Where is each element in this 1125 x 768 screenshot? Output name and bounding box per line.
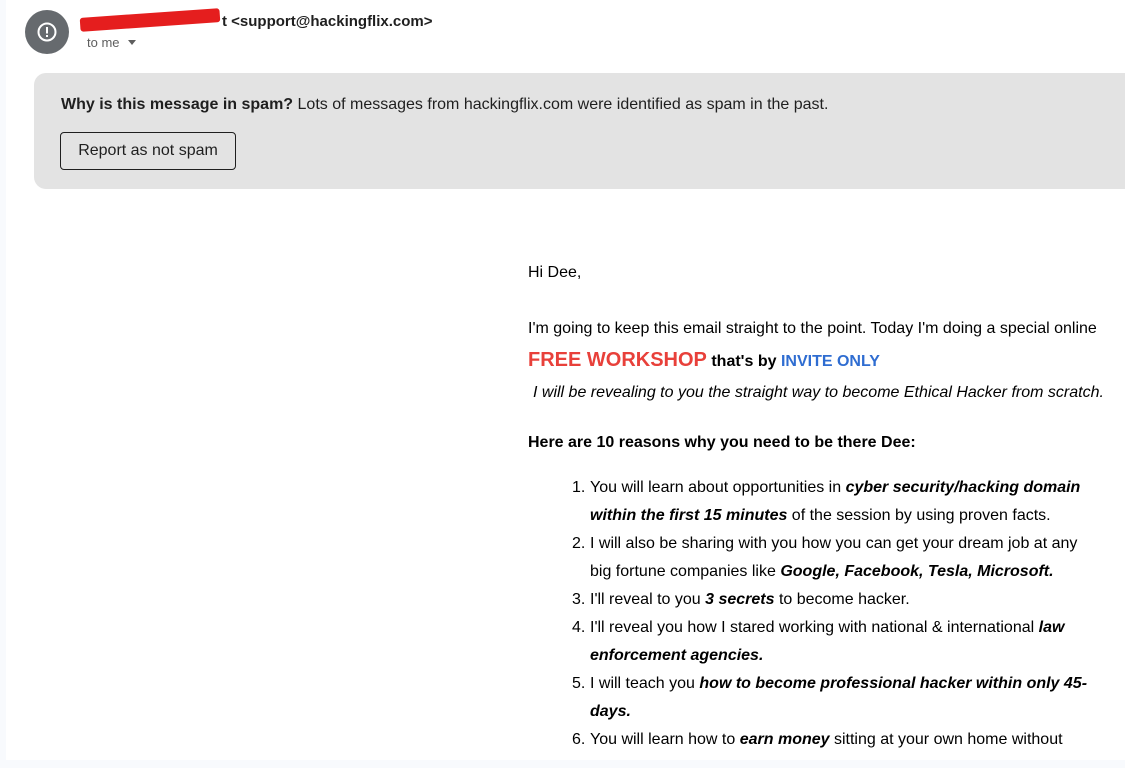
invite-only-text: INVITE ONLY <box>780 353 880 370</box>
bottom-edge <box>0 760 1125 768</box>
sender-line: t <support@hackingflix.com> <box>79 8 433 32</box>
list-item: 1. You will learn about opportunities in … <box>572 479 1081 524</box>
sender-email: <support@hackingflix.com> <box>231 13 433 30</box>
reasons-heading: Here are 10 reasons why you need to be t… <box>528 434 916 451</box>
list-item: 4. I'll reveal you how I stared working w… <box>572 619 1065 664</box>
spam-explanation: Why is this message in spam? Lots of mes… <box>61 95 828 115</box>
spam-question: Why is this message in spam? <box>61 96 294 113</box>
sender-avatar[interactable] <box>25 10 69 54</box>
chevron-down-icon <box>127 40 136 45</box>
recipient-label: to me <box>87 35 120 50</box>
reveal-line: I will be revealing to you the straight … <box>533 384 1104 401</box>
message-view: t <support@hackingflix.com> to me Why is… <box>6 0 1125 760</box>
list-item: 2. I will also be sharing with you how yo… <box>572 535 1078 580</box>
thats-by-text: that's by <box>706 353 781 370</box>
list-item: 3. I'll reveal to you 3 secrets to become… <box>572 591 910 608</box>
report-not-spam-button[interactable]: Report as not spam <box>60 132 236 170</box>
email-intro: I'm going to keep this email straight to… <box>528 320 1097 337</box>
alert-circle-icon <box>37 22 57 42</box>
sender-name-suffix: t <box>222 13 227 30</box>
redacted-sender-name <box>79 8 221 32</box>
spam-warning-banner: Why is this message in spam? Lots of mes… <box>34 73 1125 189</box>
spam-reason: Lots of messages from hackingflix.com we… <box>297 96 829 113</box>
list-item: 5. I will teach you how to become profess… <box>572 675 1088 720</box>
workshop-headline: FREE WORKSHOP that's by INVITE ONLY <box>528 349 880 372</box>
free-workshop-text: FREE WORKSHOP <box>528 349 707 371</box>
list-item: 6. You will learn how to earn money sitti… <box>572 731 1063 760</box>
reasons-list: 1. You will learn about opportunities in … <box>572 474 1092 760</box>
recipient-details-toggle[interactable]: to me <box>87 35 136 50</box>
email-greeting: Hi Dee, <box>528 264 582 281</box>
